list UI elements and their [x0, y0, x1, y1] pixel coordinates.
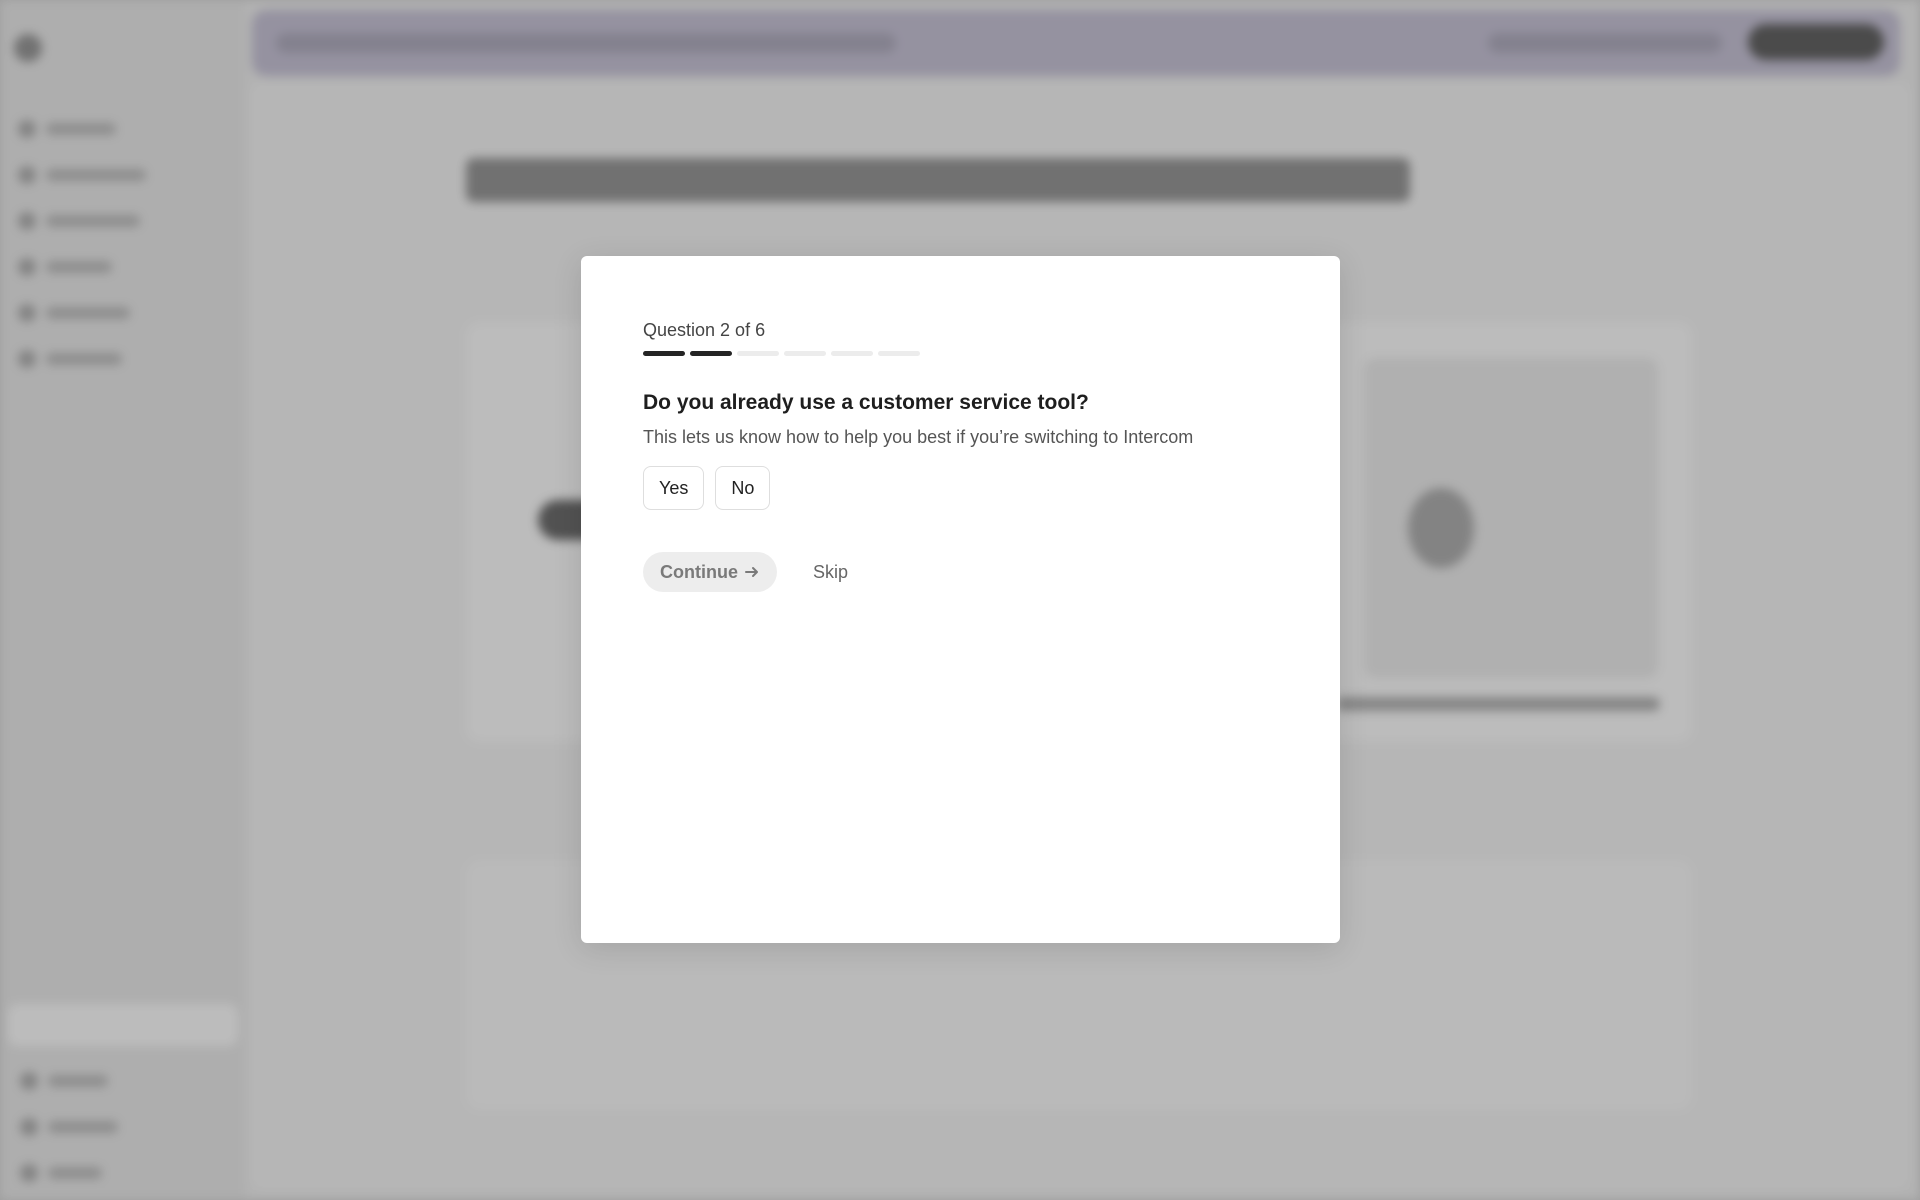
continue-label: Continue [660, 561, 738, 582]
progress-segment [737, 351, 779, 356]
modal-actions: Continue Skip [643, 552, 1278, 592]
no-option-button[interactable]: No [715, 466, 771, 510]
progress-segment [878, 351, 920, 356]
answer-options: Yes No [643, 466, 1278, 510]
progress-segment [831, 351, 873, 356]
arrow-right-icon [744, 564, 760, 580]
question-title: Do you already use a customer service to… [643, 391, 1089, 414]
skip-button[interactable]: Skip [813, 562, 848, 583]
onboarding-question-modal: Question 2 of 6 Do you already use a cus… [581, 256, 1340, 943]
question-counter: Question 2 of 6 [643, 320, 766, 340]
progress-segment [690, 351, 732, 356]
progress-segment [784, 351, 826, 356]
continue-button[interactable]: Continue [643, 552, 777, 592]
progress-segment [643, 351, 685, 356]
yes-option-button[interactable]: Yes [643, 466, 705, 510]
question-progress [643, 351, 1278, 356]
question-hint: This lets us know how to help you best i… [643, 427, 1194, 447]
